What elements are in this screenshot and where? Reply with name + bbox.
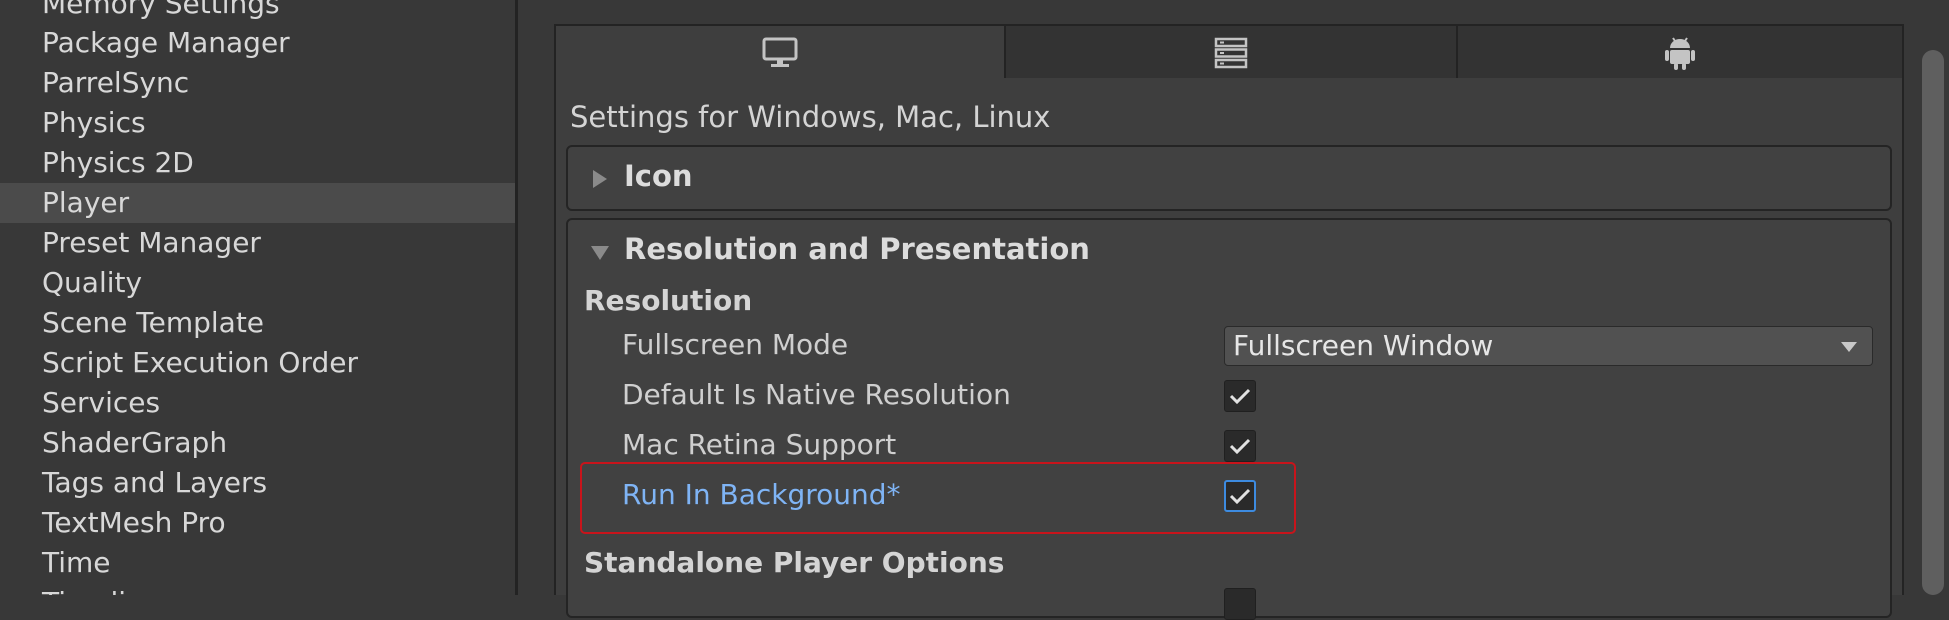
settings-sidebar: Memory Settings Package Manager ParrelSy…	[0, 0, 515, 595]
sidebar-item-time[interactable]: Time	[0, 543, 515, 583]
tab-dedicated-server[interactable]	[1006, 26, 1458, 80]
chevron-right-icon	[593, 170, 607, 188]
server-icon	[1214, 37, 1248, 69]
standalone-player-options-label: Standalone Player Options	[584, 546, 1005, 579]
sidebar-item-services[interactable]: Services	[0, 383, 515, 423]
sidebar-item-memory-settings[interactable]: Memory Settings	[0, 0, 515, 24]
scrollbar-thumb[interactable]	[1922, 50, 1944, 595]
sidebar-item-shadergraph[interactable]: ShaderGraph	[0, 423, 515, 463]
resolution-section-label: Resolution	[584, 284, 753, 317]
sidebar-divider[interactable]	[515, 0, 518, 595]
fullscreen-mode-value: Fullscreen Window	[1233, 329, 1494, 362]
sidebar-item-parrelsync[interactable]: ParrelSync	[0, 63, 515, 103]
sidebar-item-physics-2d[interactable]: Physics 2D	[0, 143, 515, 183]
fullscreen-mode-label: Fullscreen Mode	[622, 328, 849, 361]
sidebar-item-quality[interactable]: Quality	[0, 263, 515, 303]
sidebar-item-textmesh-pro[interactable]: TextMesh Pro	[0, 503, 515, 543]
tab-standalone[interactable]	[556, 26, 1006, 80]
sidebar-item-script-execution-order[interactable]: Script Execution Order	[0, 343, 515, 383]
mac-retina-support-checkbox[interactable]	[1224, 430, 1256, 462]
checkmark-icon	[1229, 388, 1251, 405]
sidebar-item-physics[interactable]: Physics	[0, 103, 515, 143]
standalone-option-checkbox[interactable]	[1224, 588, 1256, 620]
tab-android[interactable]	[1458, 26, 1902, 80]
dropdown-arrow-icon	[1841, 342, 1857, 352]
resolution-foldout-label[interactable]: Resolution and Presentation	[624, 232, 1090, 266]
mac-retina-support-label: Mac Retina Support	[622, 428, 897, 461]
highlight-annotation	[580, 462, 1296, 534]
default-native-resolution-checkbox[interactable]	[1224, 380, 1256, 412]
sidebar-item-package-manager[interactable]: Package Manager	[0, 23, 515, 63]
icon-foldout-label: Icon	[624, 159, 693, 193]
sidebar-item-tags-and-layers[interactable]: Tags and Layers	[0, 463, 515, 503]
fullscreen-mode-dropdown[interactable]: Fullscreen Window	[1224, 326, 1873, 366]
platform-tabs	[554, 24, 1904, 80]
android-icon	[1665, 37, 1695, 70]
icon-foldout[interactable]: Icon	[566, 145, 1892, 211]
sidebar-item-preset-manager[interactable]: Preset Manager	[0, 223, 515, 263]
default-native-resolution-label: Default Is Native Resolution	[622, 378, 1011, 411]
checkmark-icon	[1229, 438, 1251, 455]
settings-title: Settings for Windows, Mac, Linux	[570, 100, 1051, 134]
sidebar-item-player[interactable]: Player	[0, 183, 515, 223]
sidebar-item-timeline[interactable]: Timeline	[0, 583, 515, 595]
chevron-down-icon[interactable]	[590, 245, 610, 261]
monitor-icon	[762, 37, 798, 67]
sidebar-item-scene-template[interactable]: Scene Template	[0, 303, 515, 343]
